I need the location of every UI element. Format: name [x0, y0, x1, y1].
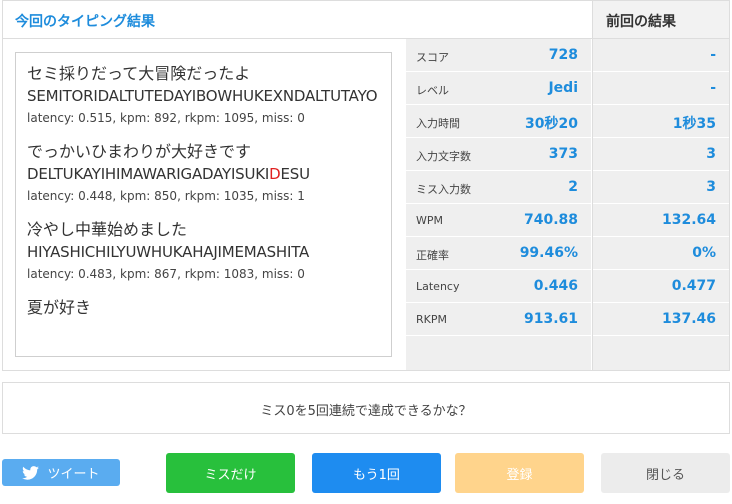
stat-row-rkpm: RKPM 913.61 [406, 303, 591, 336]
current-results-title: 今回のタイピング結果 [15, 14, 155, 30]
prev-row-misses: 3 [593, 171, 729, 204]
stat-row-level: レベル Jedi [406, 72, 591, 105]
stat-label: 正確率 [416, 249, 449, 262]
current-stats: スコア 728 レベル Jedi 入力時間 30秒20 入力文字数 373 ミス入力数 2… [406, 39, 591, 370]
stat-row-accuracy: 正確率 99.46% [406, 237, 591, 270]
prev-value: 0% [692, 245, 716, 261]
stat-row-misses: ミス入力数 2 [406, 171, 591, 204]
prev-value: 3 [706, 179, 716, 195]
tweet-button[interactable]: ツイート [2, 459, 120, 486]
stat-label: 入力時間 [416, 117, 460, 130]
stat-row-time: 入力時間 30秒20 [406, 105, 591, 138]
challenge-message: ミス0を5回連続で達成できるかな？ [260, 404, 472, 419]
log-entry-stats: latency: 0.448, kpm: 850, rkpm: 1035, mi… [27, 189, 305, 203]
prev-value: - [710, 47, 716, 63]
stat-label: Latency [416, 280, 460, 293]
close-button[interactable]: 閉じる [601, 453, 730, 493]
prev-value: 3 [706, 146, 716, 162]
stat-row-score: スコア 728 [406, 39, 591, 72]
romaji-typed: ESU [280, 165, 311, 183]
prev-row-wpm: 132.64 [593, 204, 729, 237]
results-panel: 今回のタイピング結果 前回の結果 セミ採りだって大冒険だったよ SEMITORI… [2, 0, 730, 371]
miss-only-button[interactable]: ミスだけ [166, 453, 295, 493]
prev-value: 137.46 [661, 311, 716, 327]
prev-row-score: - [593, 39, 729, 72]
log-entry-stats: latency: 0.515, kpm: 892, rkpm: 1095, mi… [27, 111, 305, 125]
stat-value: 740.88 [523, 212, 578, 228]
stat-row-wpm: WPM 740.88 [406, 204, 591, 237]
stat-value: 30秒20 [525, 116, 578, 132]
stat-label: レベル [416, 84, 449, 97]
log-entry-japanese: セミ採りだって大冒険だったよ [27, 64, 251, 83]
stat-label: ミス入力数 [416, 183, 471, 196]
log-entry-romaji: SEMITORIDALTUTEDAYIBOWHUKEXNDALTUTAYO [27, 87, 378, 105]
register-button[interactable]: 登録 [455, 453, 584, 493]
prev-row-chars: 3 [593, 138, 729, 171]
current-results-header: 今回のタイピング結果 [3, 1, 592, 39]
stat-value: 0.446 [533, 278, 578, 294]
romaji-miss-char: D [269, 165, 281, 183]
log-entry-romaji: HIYASHICHILYUWHUKAHAJIMEMASHITA [27, 243, 310, 261]
typing-log-area: セミ採りだって大冒険だったよ SEMITORIDALTUTEDAYIBOWHUK… [3, 39, 406, 370]
log-entry: セミ採りだって大冒険だったよ SEMITORIDALTUTEDAYIBOWHUK… [27, 63, 381, 127]
log-entry: 冷やし中華始めました HIYASHICHILYUWHUKAHAJIMEMASHI… [27, 219, 381, 283]
stat-row-chars: 入力文字数 373 [406, 138, 591, 171]
log-entry-stats: latency: 0.483, kpm: 867, rkpm: 1083, mi… [27, 267, 305, 281]
log-entry-japanese: 冷やし中華始めました [27, 220, 188, 239]
challenge-message-box: ミス0を5回連続で達成できるかな？ [2, 382, 730, 434]
stat-value: 728 [548, 47, 578, 63]
prev-value: - [710, 80, 716, 96]
prev-row-latency: 0.477 [593, 270, 729, 303]
log-entry-japanese: でっかいひまわりが大好きです [27, 142, 252, 161]
close-button-label: 閉じる [645, 467, 685, 483]
stat-value: 913.61 [523, 311, 578, 327]
romaji-typed: DELTUKAYIHIMAWARIGADAYISUKI [27, 165, 270, 183]
prev-value: 0.477 [671, 278, 716, 294]
prev-row-rkpm: 137.46 [593, 303, 729, 336]
log-entry-japanese: 夏が好き [27, 298, 92, 317]
log-entry: でっかいひまわりが大好きです DELTUKAYIHIMAWARIGADAYISU… [27, 141, 381, 205]
twitter-bird-icon [22, 465, 40, 480]
prev-value: 1秒35 [672, 116, 716, 132]
stat-value: Jedi [548, 80, 578, 96]
previous-results-header: 前回の結果 [592, 1, 729, 39]
miss-only-button-label: ミスだけ [204, 467, 257, 483]
retry-button-label: もう1回 [353, 467, 400, 483]
register-button-label: 登録 [506, 467, 533, 483]
prev-row-accuracy: 0% [593, 237, 729, 270]
previous-results-title: 前回の結果 [606, 14, 676, 30]
stat-label: WPM [416, 214, 444, 227]
log-entry: 夏が好き [27, 297, 381, 319]
stat-label: スコア [416, 51, 449, 64]
stat-value: 2 [568, 179, 578, 195]
typing-log[interactable]: セミ採りだって大冒険だったよ SEMITORIDALTUTEDAYIBOWHUK… [15, 52, 392, 357]
previous-stats: - - 1秒35 3 3 132.64 0% 0.477 137.46 [592, 39, 729, 370]
log-entry-romaji: DELTUKAYIHIMAWARIGADAYISUKIDESU [27, 163, 381, 185]
prev-row-level: - [593, 72, 729, 105]
stat-value: 373 [548, 146, 578, 162]
stat-value: 99.46% [519, 245, 578, 261]
stat-label: RKPM [416, 313, 447, 326]
stat-row-latency: Latency 0.446 [406, 270, 591, 303]
prev-value: 132.64 [661, 212, 716, 228]
stat-label: 入力文字数 [416, 150, 471, 163]
tweet-button-label: ツイート [47, 467, 100, 482]
retry-button[interactable]: もう1回 [312, 453, 441, 493]
prev-row-time: 1秒35 [593, 105, 729, 138]
